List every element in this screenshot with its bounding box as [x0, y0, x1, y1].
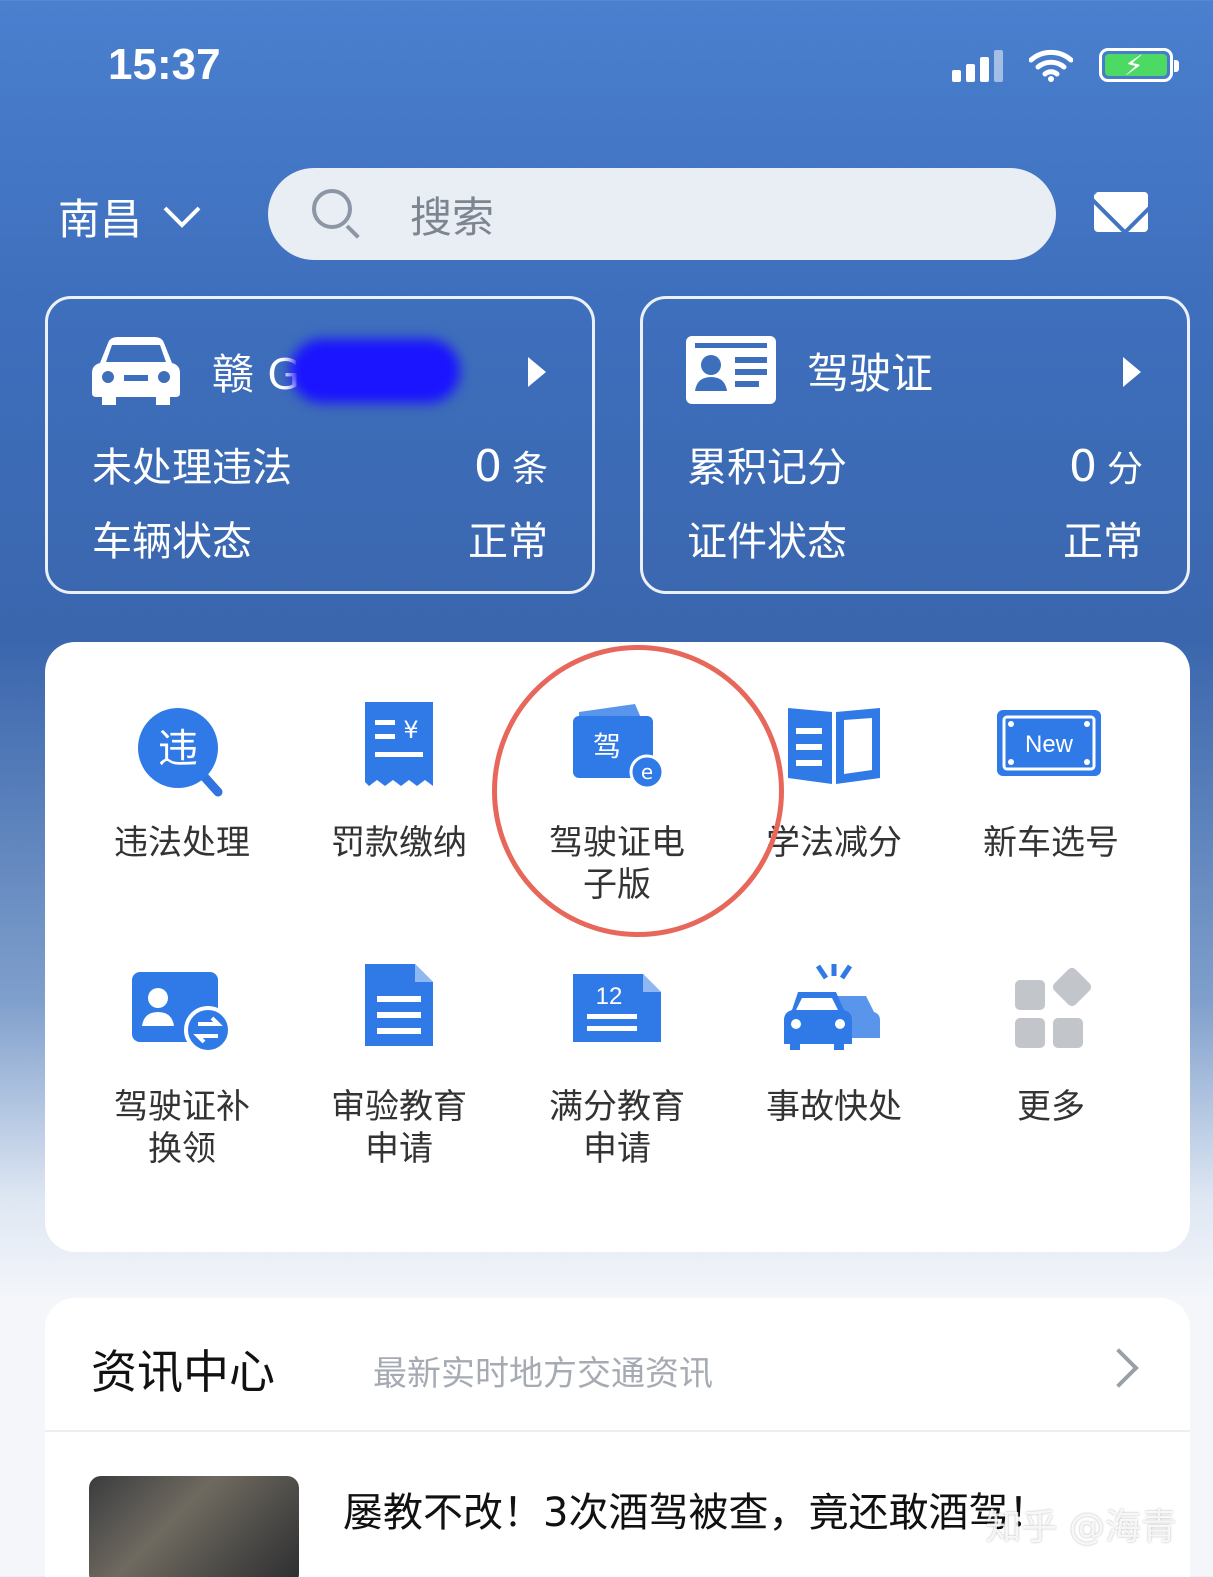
violation-search-icon: 违	[138, 708, 223, 797]
city-name: 南昌	[58, 195, 143, 244]
vehicle-status-value: 正常	[468, 519, 548, 565]
search-icon	[312, 189, 362, 239]
license-status-row: 证件状态 正常	[687, 509, 1143, 567]
new-plate-icon: New	[997, 710, 1101, 776]
service-label: 审验教育申请	[331, 1087, 467, 1169]
accumulated-points-row: 累积记分 0分	[687, 435, 1143, 493]
document-icon	[365, 964, 433, 1046]
service-new-plate[interactable]: New 新车选号	[951, 698, 1151, 864]
calendar-doc-icon: 12	[573, 974, 661, 1042]
mail-icon[interactable]	[1094, 192, 1148, 232]
violation-count: 0	[473, 441, 502, 492]
search-bar[interactable]: 搜索	[268, 168, 1056, 260]
license-exchange-icon	[132, 972, 232, 1054]
service-label: 新车选号	[983, 823, 1119, 863]
points-value: 0	[1068, 441, 1097, 492]
status-time: 15:37	[108, 40, 221, 89]
vehicle-card[interactable]: 赣 G 未处理违法 0条 车辆状态 正常	[45, 296, 595, 594]
service-label: 违法处理	[114, 823, 250, 863]
news-thumbnail[interactable]	[89, 1476, 299, 1577]
plate-number: 赣 G	[212, 349, 300, 399]
new-badge-text: New	[1025, 731, 1074, 758]
service-full-score-education[interactable]: 12 满分教育申请	[517, 962, 717, 1170]
id-card-icon	[686, 336, 776, 404]
service-review-education[interactable]: 审验教育申请	[299, 962, 499, 1170]
cellular-signal-icon	[952, 48, 1003, 82]
service-license-exchange[interactable]: 驾驶证补换领	[82, 962, 282, 1170]
license-title: 驾驶证	[807, 348, 934, 398]
divider	[45, 1430, 1190, 1432]
chevron-down-icon	[163, 206, 201, 228]
redacted-plate	[289, 339, 460, 403]
row-label: 累积记分	[687, 445, 847, 491]
points-unit: 分	[1106, 449, 1143, 490]
unprocessed-violations-row: 未处理违法 0条	[92, 435, 548, 493]
service-label: 事故快处	[766, 1087, 902, 1127]
car-icon	[92, 337, 180, 405]
car-accident-icon	[784, 964, 880, 1050]
service-label: 更多	[1017, 1087, 1085, 1127]
service-label: 罚款缴纳	[331, 823, 467, 863]
service-fine-payment[interactable]: ¥ 罚款缴纳	[299, 698, 499, 864]
status-icons: ⚡	[952, 48, 1179, 82]
search-input[interactable]: 搜索	[410, 184, 494, 245]
calendar-number: 12	[596, 983, 623, 1010]
highlight-circle	[492, 645, 784, 937]
vehicle-status-row: 车辆状态 正常	[92, 509, 548, 567]
service-accident-quick[interactable]: 事故快处	[734, 962, 934, 1128]
service-label: 驾驶证补换领	[114, 1087, 250, 1169]
count-unit: 条	[511, 449, 548, 490]
news-subtitle: 最新实时地方交通资讯	[373, 1354, 713, 1394]
news-title: 资讯中心	[91, 1345, 275, 1399]
watermark: 知乎 @海青	[985, 1507, 1177, 1548]
row-label: 证件状态	[687, 519, 847, 565]
news-headline[interactable]: 屡教不改！3次酒驾被查，竟还敢酒驾！	[343, 1480, 1048, 1538]
violation-glyph: 违	[158, 726, 198, 772]
svg-text:¥: ¥	[403, 716, 418, 744]
receipt-icon: ¥	[365, 702, 433, 786]
service-violation[interactable]: 违 违法处理	[82, 698, 282, 864]
chevron-right-icon[interactable]	[1099, 1348, 1139, 1388]
license-status-value: 正常	[1063, 519, 1143, 565]
battery-icon: ⚡	[1099, 48, 1179, 82]
city-selector[interactable]: 南昌	[58, 186, 202, 247]
more-grid-icon	[1015, 967, 1092, 1048]
wifi-icon	[1029, 49, 1073, 82]
card-arrow-icon	[528, 357, 546, 387]
book-icon	[788, 708, 880, 784]
service-label: 满分教育申请	[549, 1087, 685, 1169]
service-more[interactable]: 更多	[951, 962, 1151, 1128]
license-card[interactable]: 驾驶证 累积记分 0分 证件状态 正常	[640, 296, 1190, 594]
row-label: 未处理违法	[92, 445, 292, 491]
card-arrow-icon	[1123, 357, 1141, 387]
row-label: 车辆状态	[92, 519, 252, 565]
